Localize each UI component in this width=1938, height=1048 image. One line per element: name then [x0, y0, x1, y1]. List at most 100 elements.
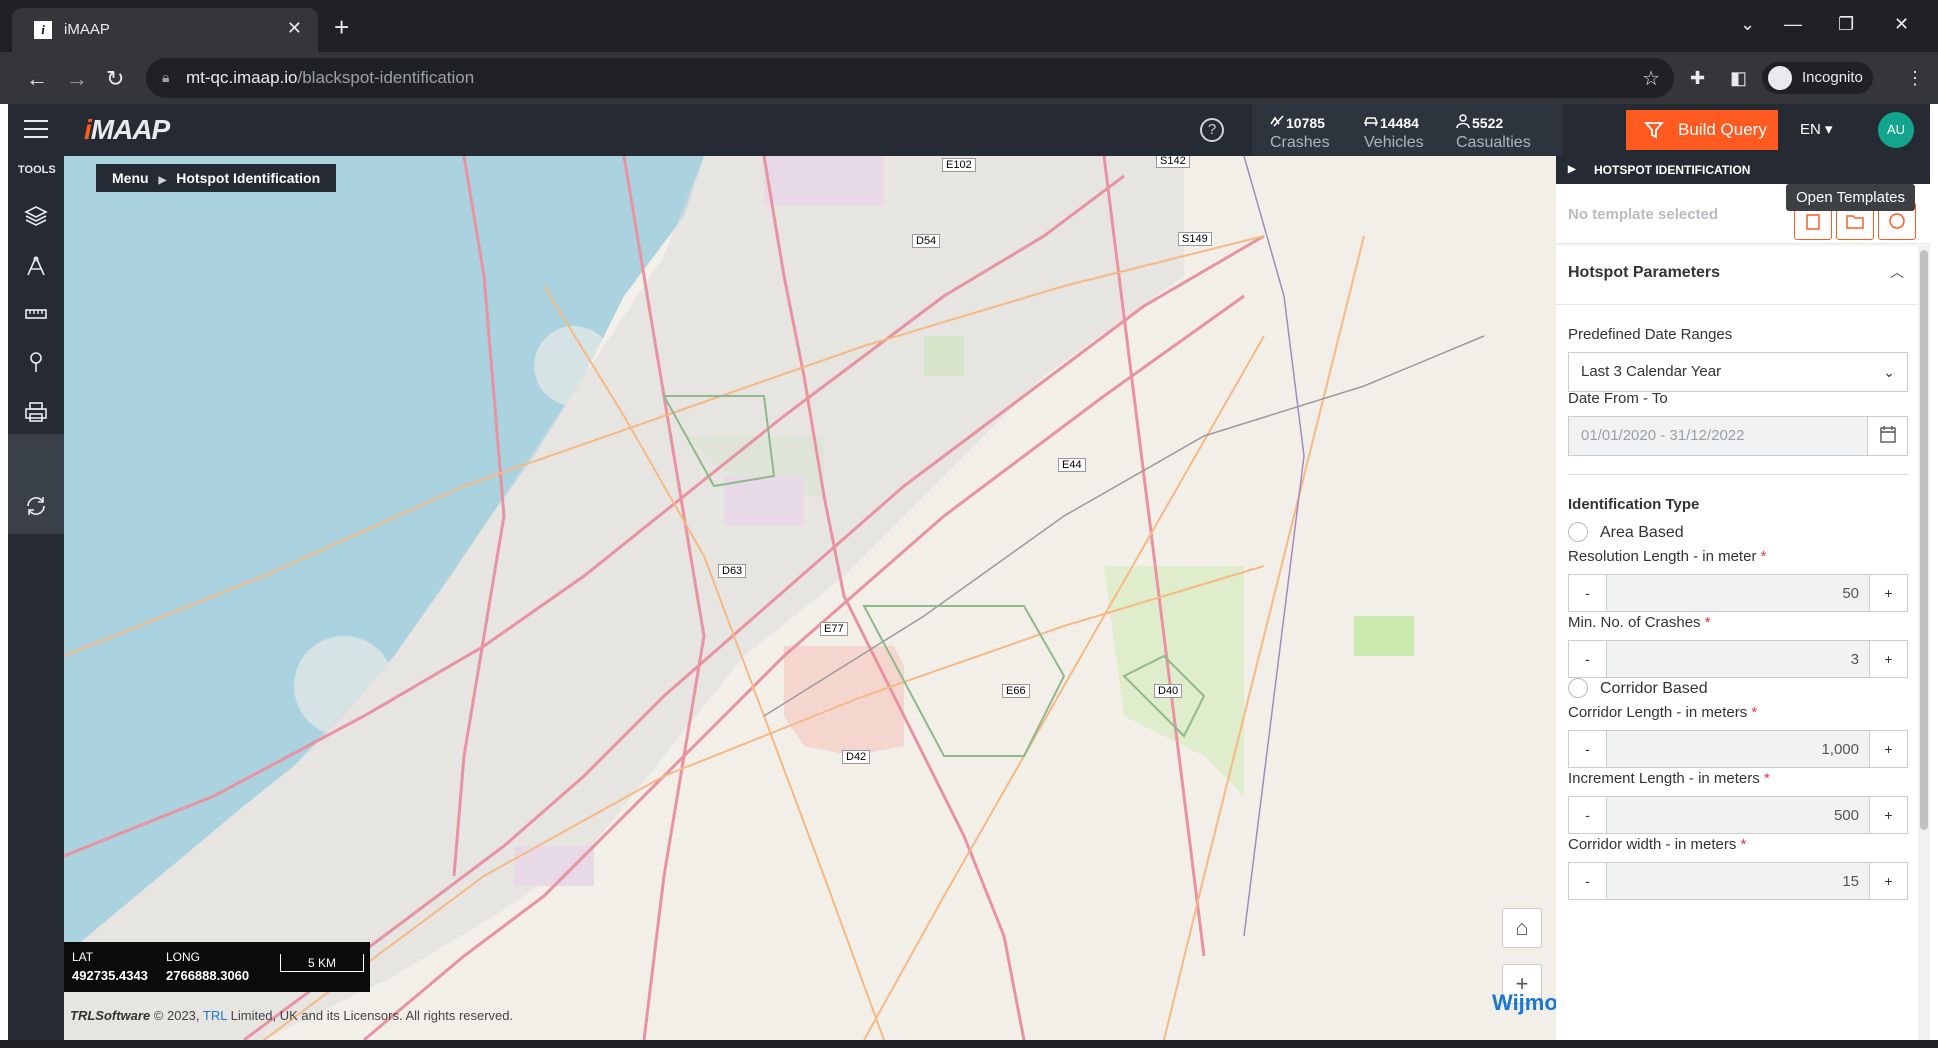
trl-link[interactable]: TRL	[203, 1008, 227, 1023]
panel-scrollbar[interactable]	[1918, 246, 1930, 1040]
resolution-length-stepper[interactable]: - 50 +	[1568, 574, 1908, 612]
road-label: S142	[1156, 156, 1190, 168]
browser-toolbar: ← → ↻ 🔒︎ mt-qc.imaap.io/blackspot-identi…	[0, 52, 1938, 104]
tools-label: TOOLS	[18, 164, 56, 176]
calendar-icon[interactable]	[1867, 417, 1907, 455]
hotspot-panel: ▶ HOTSPOT IDENTIFICATION No template sel…	[1556, 156, 1930, 1040]
long-label: LONG	[166, 950, 201, 964]
identification-type-label: Identification Type	[1568, 496, 1700, 513]
refresh-icon	[27, 497, 45, 515]
road-label: D54	[912, 234, 941, 248]
increment-button[interactable]: +	[1869, 641, 1907, 677]
section-title: Hotspot Parameters	[1568, 264, 1721, 281]
url-text: mt-qc.imaap.io/blackspot-identification	[186, 68, 475, 87]
print-icon	[25, 402, 47, 422]
corridor-length-stepper[interactable]: - 1,000 +	[1568, 730, 1908, 768]
date-ranges-select[interactable]: Last 3 Calendar Year ⌄	[1568, 352, 1908, 392]
breadcrumb-menu[interactable]: Menu	[112, 170, 149, 186]
increment-button[interactable]: +	[1869, 575, 1907, 611]
casualties-stat[interactable]: 5522 Casualties	[1444, 110, 1554, 156]
breadcrumb-current: Hotspot Identification	[176, 170, 321, 186]
road-label: E44	[1058, 458, 1086, 472]
minimize-icon[interactable]: —	[1784, 14, 1802, 35]
corridor-width-stepper[interactable]: - 15 +	[1568, 862, 1908, 900]
language-select[interactable]: EN ▾	[1800, 120, 1833, 138]
side-panel-icon[interactable]: ◧	[1730, 68, 1747, 89]
date-ranges-label: Predefined Date Ranges	[1568, 326, 1733, 343]
road-label: S149	[1178, 232, 1212, 246]
corridor-based-label: Corridor Based	[1600, 680, 1708, 697]
lat-label: LAT	[72, 950, 94, 964]
incognito-icon	[1768, 66, 1792, 90]
increment-button[interactable]: +	[1869, 731, 1907, 767]
layers-icon	[24, 206, 48, 226]
increment-button[interactable]: +	[1869, 863, 1907, 899]
maximize-icon[interactable]: ❐	[1838, 14, 1854, 35]
collapse-section-icon[interactable]: ︿	[1890, 262, 1904, 282]
new-tab-icon[interactable]: +	[334, 12, 349, 43]
min-crashes-stepper[interactable]: - 3 +	[1568, 640, 1908, 678]
forward-icon[interactable]: →	[66, 66, 88, 92]
area-based-label: Area Based	[1600, 524, 1684, 541]
road-label: D63	[718, 564, 747, 578]
close-window-icon[interactable]: ✕	[1894, 14, 1909, 35]
decrement-button[interactable]: -	[1569, 863, 1607, 899]
hamburger-menu-icon[interactable]	[24, 120, 48, 138]
scrollbar-thumb[interactable]	[1920, 250, 1928, 830]
tab-search-icon[interactable]: ⌄	[1740, 14, 1755, 35]
stepper-value: 3	[1850, 651, 1859, 668]
close-tab-icon[interactable]: ✕	[287, 18, 302, 39]
road-label: E66	[1002, 684, 1030, 698]
bookmark-star-icon[interactable]: ☆	[1642, 66, 1660, 91]
road-label: D42	[842, 750, 871, 764]
filter-icon	[1644, 122, 1664, 139]
road-label: E102	[942, 158, 976, 172]
crash-icon	[1270, 115, 1284, 127]
decrement-button[interactable]: -	[1569, 641, 1607, 677]
lat-value: 492735.4343	[72, 968, 148, 983]
pin-button[interactable]	[8, 334, 64, 390]
date-range-input[interactable]: 01/01/2020 - 31/12/2022	[1568, 416, 1908, 456]
layers-button[interactable]	[8, 188, 64, 244]
stepper-value: 15	[1842, 873, 1859, 890]
coordinates-box: LAT LONG 492735.4343 2766888.3060 5 KM	[64, 942, 370, 992]
road-label: D40	[1154, 684, 1183, 698]
breadcrumb: Menu ▶ Hotspot Identification	[96, 164, 337, 192]
template-status: No template selected	[1568, 206, 1719, 223]
map-canvas[interactable]: E102 S142 S149 D54 E44 D63 E77 E66 D40 D…	[64, 156, 1556, 1040]
date-from-to-label: Date From - To	[1568, 390, 1668, 407]
car-icon	[1364, 117, 1378, 126]
corridor-based-radio[interactable]	[1568, 678, 1588, 698]
decrement-button[interactable]: -	[1569, 797, 1607, 833]
stepper-value: 1,000	[1821, 741, 1859, 758]
decrement-button[interactable]: -	[1569, 731, 1607, 767]
tools-sidebar: TOOLS ◀	[8, 156, 94, 1040]
user-avatar[interactable]: AU	[1878, 112, 1914, 148]
resolution-length-label: Resolution Length - in meter *	[1568, 548, 1767, 565]
increment-button[interactable]: +	[1869, 797, 1907, 833]
back-icon[interactable]: ←	[26, 66, 48, 92]
corridor-length-label: Corridor Length - in meters *	[1568, 704, 1758, 721]
increment-length-stepper[interactable]: - 500 +	[1568, 796, 1908, 834]
area-based-radio[interactable]	[1568, 522, 1588, 542]
browser-menu-icon[interactable]: ⋮	[1906, 68, 1924, 89]
favicon-icon: i	[34, 21, 52, 39]
incognito-badge[interactable]: Incognito	[1762, 62, 1873, 94]
help-icon[interactable]: ?	[1200, 118, 1224, 142]
reload-icon[interactable]: ↻	[106, 66, 124, 92]
extensions-icon[interactable]: ✚	[1690, 68, 1705, 89]
build-query-button[interactable]: Build Query	[1626, 110, 1778, 150]
imaap-logo: iMAAP	[84, 114, 170, 145]
decrement-button[interactable]: -	[1569, 575, 1607, 611]
browser-tab[interactable]: i iMAAP ✕	[12, 8, 318, 52]
expand-panel-icon[interactable]: ▶	[1568, 156, 1576, 184]
address-bar[interactable]: 🔒︎ mt-qc.imaap.io/blackspot-identificati…	[146, 58, 1674, 98]
basemap	[64, 156, 1485, 1040]
browser-tabstrip: i iMAAP ✕ + ⌄ — ❐ ✕	[0, 0, 1938, 52]
panel-header[interactable]: ▶ HOTSPOT IDENTIFICATION	[1556, 156, 1930, 184]
stats-box: 10785 Crashes 14484 Vehicles 5522 Casual…	[1252, 104, 1562, 156]
home-extent-button[interactable]: ⌂	[1502, 908, 1542, 948]
road-label: E77	[820, 622, 848, 636]
chevron-right-icon: ▶	[158, 175, 167, 186]
refresh-button[interactable]	[8, 478, 64, 534]
